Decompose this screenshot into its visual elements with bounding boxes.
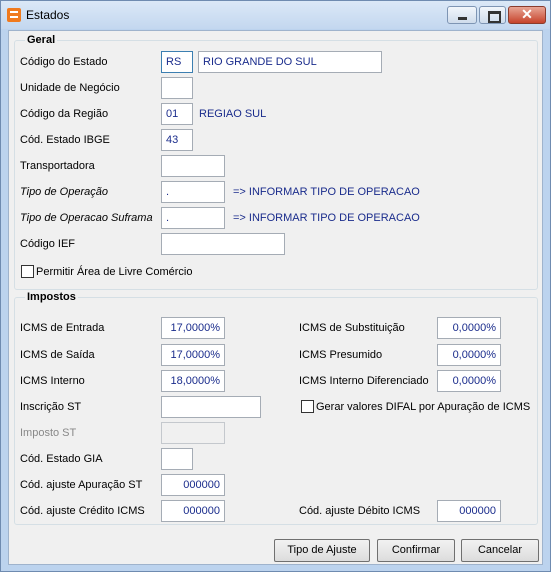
- gerar-difal-label[interactable]: Gerar valores DIFAL por Apuração de ICMS: [316, 401, 530, 413]
- imposto-st-label: Imposto ST: [20, 427, 77, 439]
- cod-estado-ibge-label: Cód. Estado IBGE: [20, 134, 110, 146]
- close-icon: ✕: [521, 6, 533, 22]
- tipo-operacao-suframa-input[interactable]: .: [161, 207, 225, 229]
- codigo-regiao-input[interactable]: 01: [161, 103, 193, 125]
- codigo-estado-input[interactable]: RS: [161, 51, 193, 73]
- inscricao-st-input[interactable]: [161, 396, 261, 418]
- transportadora-input[interactable]: [161, 155, 225, 177]
- geral-title: Geral: [25, 34, 58, 46]
- cod-ajuste-debito-icms-input[interactable]: 000000: [437, 500, 501, 522]
- window-title: Estados: [26, 8, 70, 22]
- cod-ajuste-credito-icms-input[interactable]: 000000: [161, 500, 225, 522]
- icms-substituicao-label: ICMS de Substituição: [299, 322, 405, 334]
- permitir-alc-label[interactable]: Permitir Área de Livre Comércio: [36, 266, 193, 278]
- unidade-negocio-input[interactable]: [161, 77, 193, 99]
- cod-estado-gia-input[interactable]: [161, 448, 193, 470]
- cod-ajuste-credito-icms-label: Cód. ajuste Crédito ICMS: [20, 505, 145, 517]
- close-button[interactable]: ✕: [508, 6, 546, 24]
- icms-saida-label: ICMS de Saída: [20, 349, 95, 361]
- codigo-ief-label: Código IEF: [20, 238, 76, 250]
- form-body: Geral Código do Estado RS RIO GRANDE DO …: [8, 30, 543, 565]
- tipo-operacao-label: Tipo de Operação: [20, 186, 108, 198]
- unidade-negocio-label: Unidade de Negócio: [20, 82, 120, 94]
- codigo-regiao-label: Código da Região: [20, 108, 109, 120]
- cod-estado-gia-label: Cód. Estado GIA: [20, 453, 103, 465]
- icms-substituicao-input[interactable]: 0,0000%: [437, 317, 501, 339]
- tipo-operacao-input[interactable]: .: [161, 181, 225, 203]
- tipo-operacao-suframa-label: Tipo de Operacao Suframa: [20, 212, 153, 224]
- minimize-button[interactable]: [447, 6, 477, 24]
- cod-ajuste-apuracao-st-label: Cód. ajuste Apuração ST: [20, 479, 143, 491]
- maximize-button[interactable]: [479, 6, 506, 24]
- icms-interno-label: ICMS Interno: [20, 375, 85, 387]
- impostos-title: Impostos: [25, 291, 78, 303]
- regiao-name: REGIAO SUL: [199, 108, 267, 120]
- icms-presumido-input[interactable]: 0,0000%: [437, 344, 501, 366]
- estados-window: Estados ✕ Geral Código do Estado RS RIO …: [0, 0, 551, 572]
- transportadora-label: Transportadora: [20, 160, 95, 172]
- imposto-st-input: [161, 422, 225, 444]
- icms-presumido-label: ICMS Presumido: [299, 349, 383, 361]
- title-bar[interactable]: Estados ✕: [1, 1, 550, 29]
- tipo-operacao-info: => INFORMAR TIPO DE OPERACAO: [233, 186, 420, 198]
- gerar-difal-checkbox[interactable]: [301, 400, 314, 413]
- tipo-ajuste-button[interactable]: Tipo de Ajuste: [274, 539, 370, 562]
- icms-entrada-label: ICMS de Entrada: [20, 322, 105, 334]
- cancelar-button[interactable]: Cancelar: [461, 539, 539, 562]
- tipo-operacao-suframa-info: => INFORMAR TIPO DE OPERACAO: [233, 212, 420, 224]
- permitir-alc-checkbox[interactable]: [21, 265, 34, 278]
- icms-entrada-input[interactable]: 17,0000%: [161, 317, 225, 339]
- icms-saida-input[interactable]: 17,0000%: [161, 344, 225, 366]
- inscricao-st-label: Inscrição ST: [20, 401, 82, 413]
- confirmar-button[interactable]: Confirmar: [377, 539, 455, 562]
- icms-interno-diferenciado-label: ICMS Interno Diferenciado: [299, 375, 429, 387]
- icms-interno-input[interactable]: 18,0000%: [161, 370, 225, 392]
- cod-ajuste-debito-icms-label: Cód. ajuste Débito ICMS: [299, 505, 421, 517]
- codigo-estado-label: Código do Estado: [20, 56, 108, 68]
- cod-ajuste-apuracao-st-input[interactable]: 000000: [161, 474, 225, 496]
- app-icon: [7, 8, 21, 22]
- codigo-ief-input[interactable]: [161, 233, 285, 255]
- cod-estado-ibge-input[interactable]: 43: [161, 129, 193, 151]
- estado-name-field[interactable]: RIO GRANDE DO SUL: [198, 51, 382, 73]
- icms-interno-diferenciado-input[interactable]: 0,0000%: [437, 370, 501, 392]
